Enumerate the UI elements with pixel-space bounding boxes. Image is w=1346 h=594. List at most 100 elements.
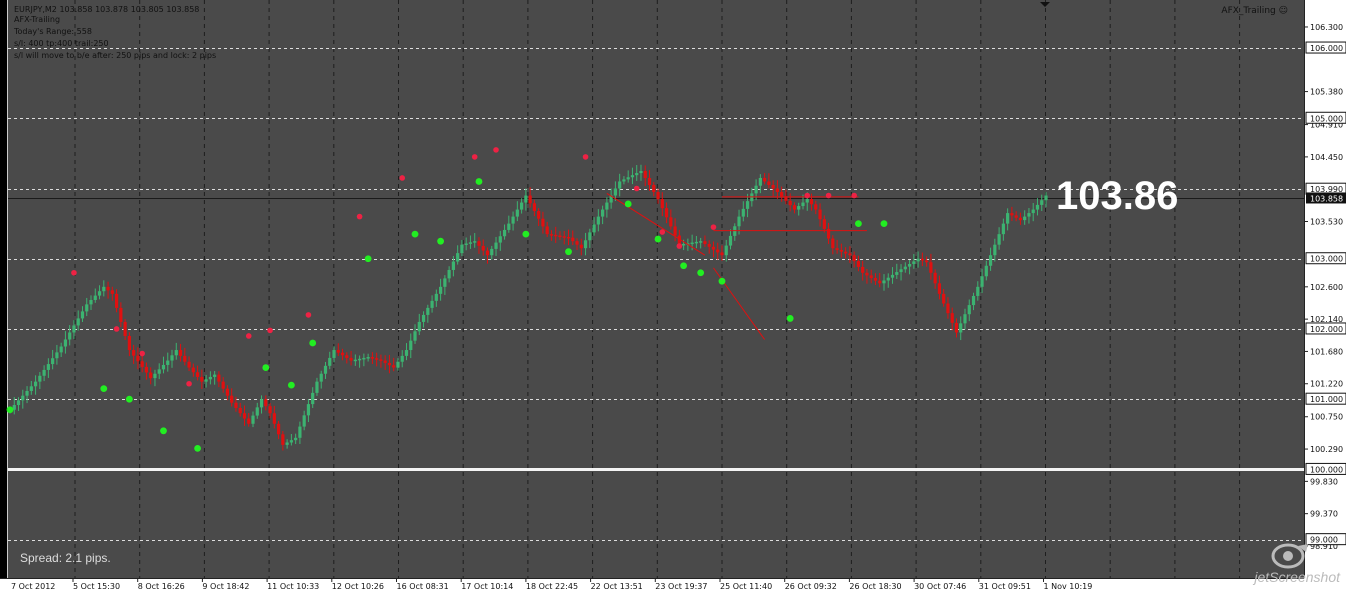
y-tick-label: 104.450 (1310, 153, 1343, 162)
candle-bull (161, 364, 166, 370)
candle-bull (622, 179, 626, 182)
candle-bull (1040, 200, 1044, 205)
expert-name[interactable]: AFX_Trailing ☺ (1221, 6, 1288, 16)
x-tick-label: 5 Oct 15:30 (73, 582, 120, 591)
candle-bull (967, 305, 971, 315)
candle-bull (630, 175, 635, 178)
candle-bear (716, 249, 720, 253)
candle-bull (417, 321, 421, 332)
candle-bull (102, 286, 106, 292)
candle-bear (647, 177, 652, 185)
candle-bull (443, 278, 447, 287)
candle-bear (264, 399, 268, 407)
red-signal-dot (676, 243, 683, 249)
candle-bull (745, 201, 750, 209)
candle-bear (835, 248, 839, 250)
candle-bear (136, 355, 140, 362)
candle-bear (345, 355, 349, 358)
candle-bull (1023, 216, 1027, 221)
candle-bear (549, 234, 554, 236)
y-tick-label: 100.290 (1310, 445, 1343, 454)
symbol-ohlc-line: EURJPY,M2 103.858 103.878 103.805 103.85… (14, 5, 200, 14)
candle-bear (814, 204, 818, 210)
candle-bull (639, 170, 643, 174)
candle-bear (643, 170, 647, 178)
candle-bull (592, 224, 596, 233)
candle-bear (281, 434, 285, 445)
candle-bull (728, 235, 733, 246)
candle-bull (498, 236, 502, 243)
y-tick-label: 101.220 (1310, 380, 1343, 389)
candle-bear (861, 266, 865, 273)
candle-bear (711, 246, 716, 250)
candle-bear (481, 245, 485, 251)
candle-bear (925, 260, 929, 263)
y-tick-label: 101.680 (1310, 347, 1343, 356)
candle-bear (541, 218, 545, 227)
chart-window[interactable]: 106.300 105.380 104.910 104.450 103.530 102.6… (0, 0, 1346, 594)
candle-bull (33, 381, 38, 387)
candle-bull (1006, 213, 1010, 224)
red-signal-dot (825, 192, 832, 199)
candle-bull (357, 358, 362, 361)
candle-bull (754, 185, 758, 194)
candle-bull (302, 415, 306, 427)
green-signal-dot (624, 200, 632, 208)
candle-bear (375, 358, 379, 360)
candle-bear (937, 283, 942, 294)
candle-bull (588, 232, 592, 241)
candle-bull (294, 437, 298, 441)
green-signal-dot (364, 255, 372, 263)
candle-bull (157, 369, 161, 374)
candle-bull (464, 243, 468, 246)
candle-bull (97, 291, 102, 296)
candle-bull (605, 202, 609, 210)
y-level-label: 101.000 (1310, 395, 1343, 404)
candle-bull (353, 359, 357, 362)
candle-bull (473, 241, 477, 243)
candle-bear (545, 226, 549, 235)
candle-bull (259, 399, 264, 408)
candle-bull (882, 280, 886, 284)
candle-bull (306, 404, 311, 416)
candle-bear (933, 272, 937, 284)
price-chart[interactable]: 106.300105.380104.910104.450103.530102.6… (0, 0, 1346, 594)
candle-bull (68, 332, 72, 340)
candle-bear (144, 366, 149, 373)
candle-bull (984, 265, 988, 277)
x-tick-label: 9 Oct 18:42 (202, 582, 249, 591)
candle-bull (626, 177, 630, 180)
red-signal-dot (582, 154, 589, 160)
smiley-icon: ☺ (1278, 6, 1288, 16)
red-signal-dot (305, 312, 312, 318)
candle-bear (664, 208, 669, 218)
candle-bear (149, 372, 153, 379)
candle-bull (502, 229, 507, 237)
candle-bull (72, 325, 76, 333)
candle-bear (575, 241, 579, 245)
candle-bull (153, 373, 157, 379)
candle-bear (929, 262, 933, 273)
sl-tp-line: s/l: 400 tp:400 trail:250 (14, 39, 109, 48)
candle-bull (170, 355, 174, 361)
indicator-line: AFX-Trailing (14, 15, 61, 24)
candle-bull (328, 357, 332, 366)
candle-bull (298, 426, 302, 438)
candle-bull (76, 318, 80, 326)
candle-bear (809, 199, 814, 205)
candle-bear (673, 226, 677, 236)
y-tick-label: 100.750 (1310, 413, 1343, 422)
candle-bear (392, 365, 396, 368)
candle-bull (430, 300, 434, 308)
candle-bull (447, 269, 451, 279)
spread-display: Spread: 2.1 pips. (20, 551, 111, 565)
candle-bull (166, 360, 170, 365)
range-line: Today's Range: 558 (14, 27, 92, 36)
green-signal-dot (475, 178, 483, 185)
candle-bear (839, 249, 843, 252)
candle-bear (656, 192, 660, 200)
candle-bear (528, 195, 532, 204)
candle-bull (797, 206, 801, 210)
candle-bear (276, 423, 281, 435)
candle-bear (114, 293, 119, 308)
